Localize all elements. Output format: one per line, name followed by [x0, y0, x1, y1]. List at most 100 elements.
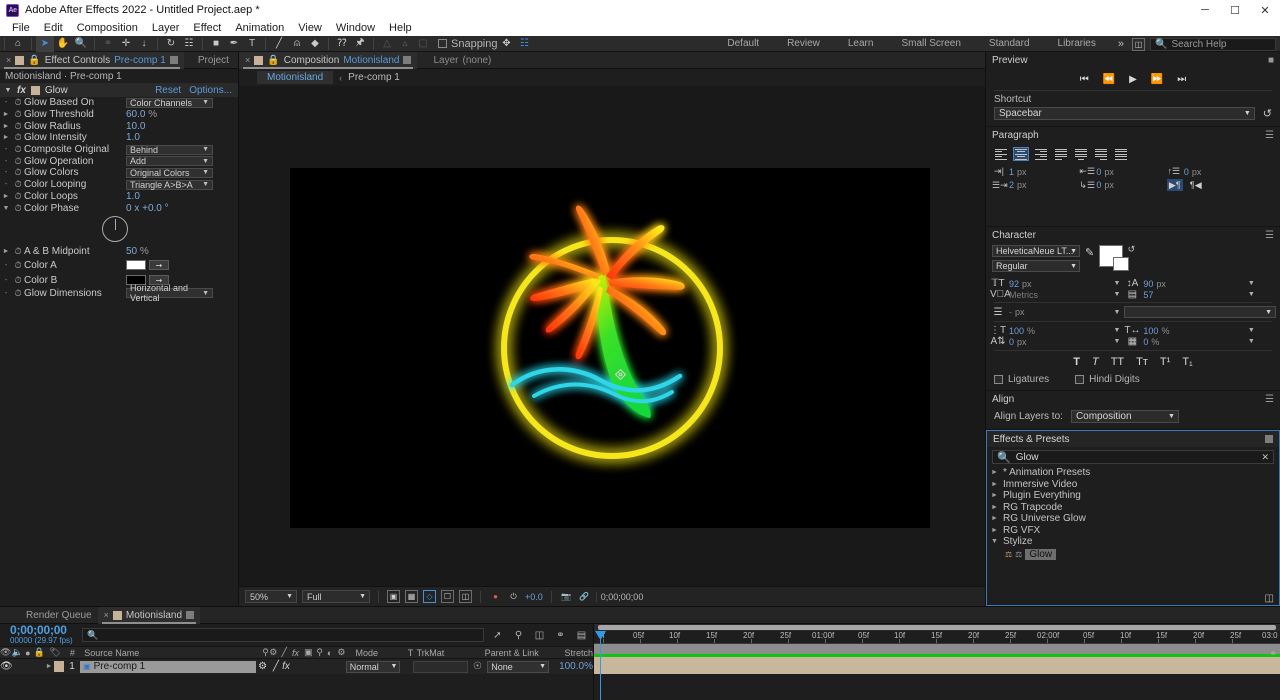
justify-last-right-icon[interactable]	[1094, 148, 1108, 160]
twirl-icon[interactable]: -	[0, 181, 12, 188]
stroke-width-field[interactable]: ☰ - px ▼	[990, 306, 1124, 318]
table-row[interactable]: 👁 ► 1 ▣ Pre-comp 1 ⚙ ╱ fx Normal ▼ ☉ Non…	[0, 659, 593, 674]
direction-ltr-icon[interactable]: ▶¶	[1166, 179, 1183, 191]
lock-icon[interactable]: 🔒	[28, 55, 40, 66]
property-value[interactable]: 1.0	[126, 132, 140, 143]
parent-pickwhip-icon[interactable]: ☉	[468, 661, 487, 672]
chevron-down-icon[interactable]: ▼	[4, 87, 12, 94]
panel-menu-icon[interactable]: ■	[1268, 55, 1274, 66]
property-row-glow-dimensions[interactable]: - ⏱ Glow Dimensions Horizontal and Verti…	[0, 283, 238, 303]
layer-source-name[interactable]: ▣ Pre-comp 1	[80, 660, 256, 673]
tab-layer[interactable]: Layer (none)	[417, 52, 497, 69]
effects-group-rg-universe-glow[interactable]: ► RG Universe Glow	[987, 513, 1279, 525]
ligatures-checkbox[interactable]	[994, 375, 1003, 384]
faux-italic-icon[interactable]: T	[1092, 356, 1099, 368]
first-line-indent-field[interactable]: ↳☰ 0 px	[1079, 179, 1166, 191]
layer-duration-bar[interactable]	[594, 657, 1280, 674]
layer-effects-icon[interactable]: fx	[282, 661, 296, 672]
workspace-menu-icon[interactable]: ◫	[1132, 37, 1145, 51]
vertical-scale-field[interactable]: ⋮T 100 % ▼	[990, 325, 1124, 336]
hindi-digits-checkbox[interactable]	[1075, 375, 1085, 384]
anchor-point-icon[interactable]	[614, 368, 627, 381]
search-help-input[interactable]: 🔍 Search Help	[1150, 37, 1276, 51]
menu-composition[interactable]: Composition	[70, 20, 145, 36]
effect-options-link[interactable]: Options...	[189, 85, 232, 96]
justify-last-center-icon[interactable]	[1074, 148, 1088, 160]
effects-group-immersive-video[interactable]: ► Immersive Video	[987, 479, 1279, 491]
selection-tool-icon[interactable]: ➤	[36, 35, 54, 52]
direction-rtl-icon[interactable]: ¶◀	[1188, 179, 1204, 191]
menu-layer[interactable]: Layer	[145, 20, 187, 36]
stopwatch-icon[interactable]: ⏱	[12, 179, 24, 190]
minimize-button[interactable]: ─	[1190, 0, 1220, 20]
twirl-icon[interactable]: ►	[0, 193, 12, 200]
shortcut-reset-icon[interactable]: ↺	[1263, 107, 1272, 120]
stopwatch-icon[interactable]: ⏱	[12, 121, 24, 132]
snap-vertex-icon[interactable]: ✥	[498, 36, 516, 52]
stroke-color-swatch[interactable]	[1113, 257, 1130, 271]
chevron-down-icon[interactable]: ▼	[1248, 327, 1259, 334]
layer-twirl-icon[interactable]: ►	[46, 663, 55, 670]
property-row-glow-operation[interactable]: - ⏱ Glow Operation Add ▼	[0, 155, 238, 167]
ligatures-toggle[interactable]: Ligatures	[994, 374, 1049, 385]
property-select[interactable]: Original Colors ▼	[126, 167, 213, 178]
chevron-down-icon[interactable]: ▼	[1113, 338, 1124, 345]
channel-rgb-icon[interactable]: ●	[489, 590, 502, 603]
chevron-down-icon[interactable]: ▼	[991, 538, 999, 545]
tsume-field[interactable]: ▦ 0 % ▼	[1124, 336, 1258, 347]
property-row-composite-original[interactable]: - ⏱ Composite Original Behind ▼	[0, 144, 238, 156]
orbit-tool-icon[interactable]: ⚭	[99, 36, 117, 52]
property-row-glow-radius[interactable]: ► ⏱ Glow Radius 10.0	[0, 120, 238, 132]
home-icon[interactable]: ⌂	[9, 36, 27, 52]
tracking-field[interactable]: ▤ 57 ▼	[1124, 289, 1258, 300]
composition-canvas[interactable]	[290, 168, 930, 528]
stroke-order-select[interactable]: ▼	[1124, 306, 1276, 318]
stopwatch-icon[interactable]: ⏱	[12, 97, 24, 108]
timeline-graph-area[interactable]: 0f 05f 10f 15f 20f 25f 01:00f 05f 10f 15…	[594, 624, 1280, 700]
space-before-field[interactable]: ⇤☰ 0 px	[1079, 166, 1166, 177]
twirl-icon[interactable]: -	[0, 169, 12, 176]
pen-tool-icon[interactable]: ✒	[225, 36, 243, 52]
color-a-eyedropper-icon[interactable]: ➞	[149, 260, 169, 271]
chevron-down-icon[interactable]: ▼	[1248, 291, 1259, 298]
workspace-libraries[interactable]: Libraries	[1044, 36, 1110, 52]
roto-brush-tool-icon[interactable]: ⁇	[333, 36, 351, 52]
chevron-right-icon[interactable]: ►	[991, 469, 999, 476]
workspace-overflow-icon[interactable]: »	[1110, 38, 1132, 50]
horizontal-scale-field[interactable]: T↔ 100 % ▼	[1124, 325, 1258, 336]
faux-bold-icon[interactable]: T	[1073, 356, 1080, 368]
panel-menu-icon[interactable]: ☰	[1265, 394, 1274, 405]
menu-view[interactable]: View	[291, 20, 329, 36]
work-area-range[interactable]	[598, 625, 1276, 630]
twirl-icon[interactable]: -	[0, 262, 12, 269]
property-select[interactable]: Behind ▼	[126, 144, 213, 155]
font-family-select[interactable]: HelveticaNeue LT... ▼	[992, 245, 1080, 257]
layer-stretch-value[interactable]: 100.0%	[549, 661, 593, 672]
last-frame-icon[interactable]: ⏭	[1177, 74, 1186, 85]
shortcut-select[interactable]: Spacebar ▼	[994, 107, 1255, 120]
panel-menu-icon[interactable]: ☰	[1265, 230, 1274, 241]
property-select[interactable]: Color Channels ▼	[126, 97, 213, 108]
hand-tool-icon[interactable]: ✋	[54, 36, 72, 52]
panel-menu-icon[interactable]: ☰	[1265, 130, 1274, 141]
property-value[interactable]: 50 %	[126, 246, 149, 257]
workspace-default[interactable]: Default	[713, 36, 773, 52]
zoom-tool-icon[interactable]: 🔍	[72, 36, 90, 52]
indent-right-field[interactable]: ☰⇥ 2 px	[992, 179, 1079, 191]
menu-edit[interactable]: Edit	[37, 20, 70, 36]
layer-mode-select[interactable]: Normal ▼	[345, 660, 401, 673]
twirl-icon[interactable]: -	[0, 99, 12, 106]
property-value[interactable]: 1.0	[126, 191, 140, 202]
twirl-icon[interactable]: ►	[0, 123, 12, 130]
maximize-button[interactable]: ☐	[1220, 0, 1250, 20]
dolly-tool-icon[interactable]: ↓	[135, 36, 153, 52]
font-size-field[interactable]: 𝕋T 92 px ▼	[990, 278, 1124, 289]
toggle-guides-icon[interactable]: ☐	[441, 590, 454, 603]
rotation-tool-icon[interactable]: ↻	[162, 36, 180, 52]
layer-quality-icon[interactable]: ╱	[270, 661, 282, 672]
toggle-rulers-icon[interactable]: ◫	[459, 590, 472, 603]
effects-group-rg-trapcode[interactable]: ► RG Trapcode	[987, 502, 1279, 514]
chevron-right-icon[interactable]: ►	[991, 504, 999, 511]
small-caps-icon[interactable]: Tᴛ	[1136, 356, 1148, 368]
twirl-icon[interactable]: -	[0, 277, 12, 284]
